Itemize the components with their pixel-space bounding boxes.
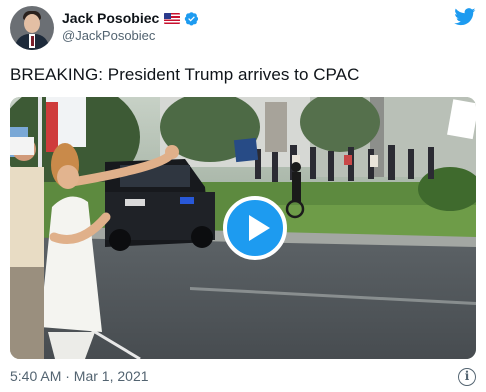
twitter-bird-icon[interactable]	[454, 8, 476, 26]
verified-badge-icon	[185, 11, 199, 25]
tweet-header: Jack Posobiec @JackPosobiec	[10, 6, 476, 50]
tweet-text: BREAKING: President Trump arrives to CPA…	[10, 65, 360, 84]
us-flag-icon	[164, 12, 181, 24]
author-handle[interactable]: @JackPosobiec	[62, 28, 199, 43]
play-icon	[249, 215, 270, 241]
author-avatar[interactable]	[10, 6, 54, 50]
author-names: Jack Posobiec @JackPosobiec	[62, 9, 199, 43]
info-icon[interactable]: i	[458, 368, 476, 386]
tweet-timestamp[interactable]: 5:40 AM · Mar 1, 2021	[10, 368, 149, 384]
author-display-name[interactable]: Jack Posobiec	[62, 10, 159, 26]
play-button[interactable]	[223, 196, 287, 260]
video-player[interactable]	[10, 97, 476, 359]
